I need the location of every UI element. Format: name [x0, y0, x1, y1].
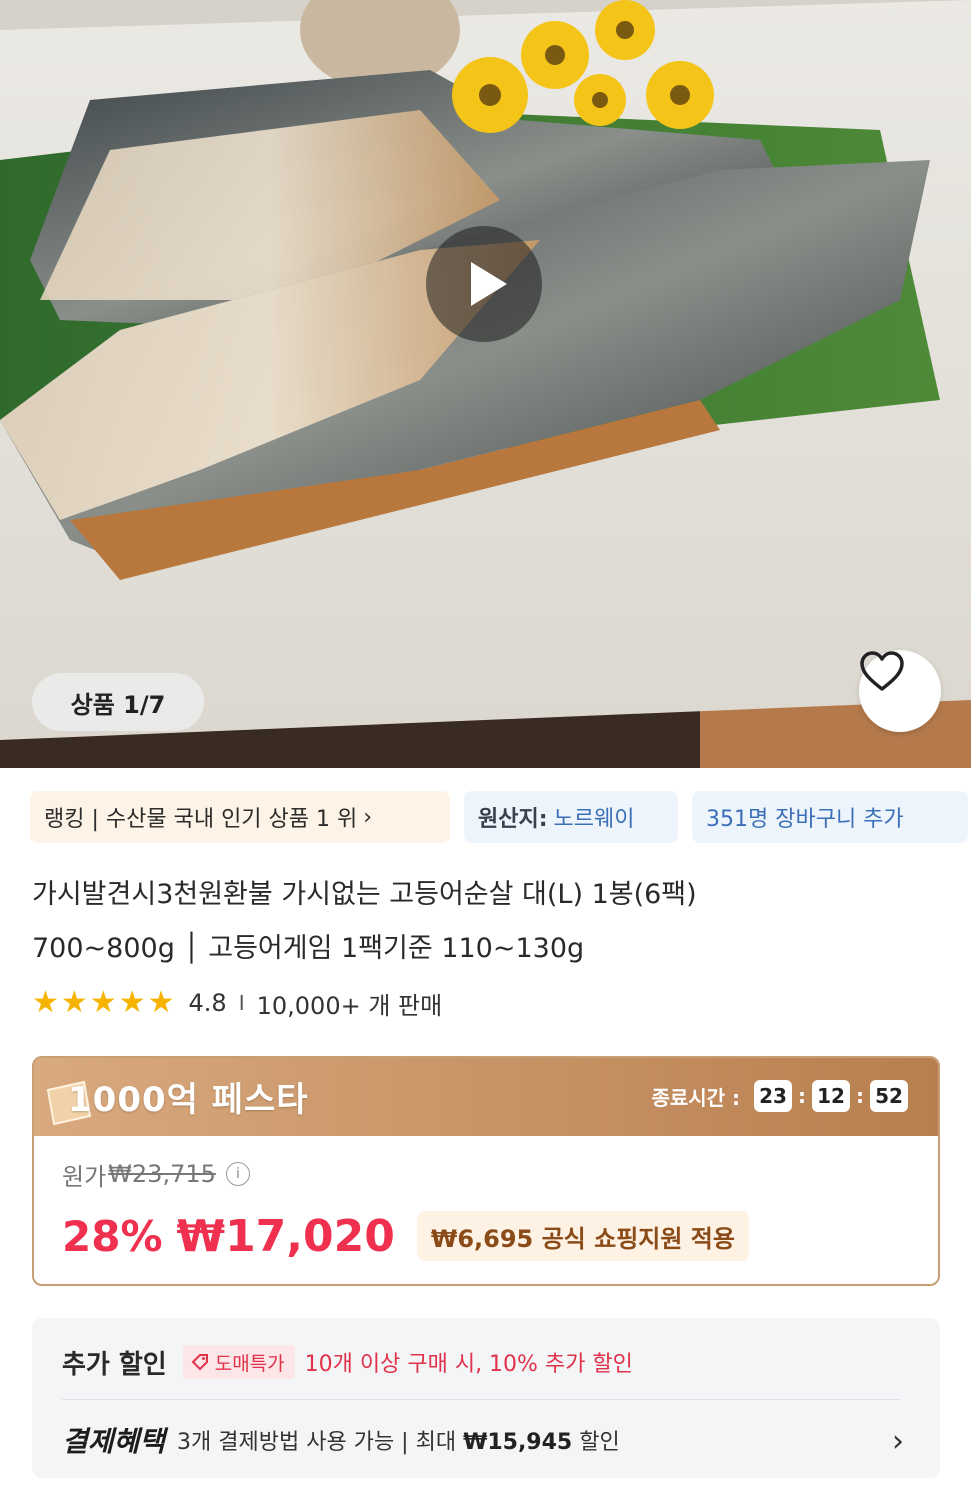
payment-benefit-desc: 3개 결제방법 사용 가능 | 최대 ₩15,945 할인: [177, 1424, 620, 1456]
festa-price-box: 1000억 페스타 종료시간 : 23 : 12 : 52 원가 ₩23,715…: [32, 1056, 940, 1286]
timer-seconds: 52: [870, 1080, 908, 1112]
play-icon: [471, 262, 507, 306]
product-image-carousel[interactable]: 상품 1/7: [0, 0, 971, 768]
product-title-line1: 가시발견시3천원환불 가시없는 고등어순살 대(L) 1봉(6팩): [32, 879, 697, 910]
heart-icon: [860, 651, 904, 691]
countdown-timer: 종료시간 : 23 : 12 : 52: [651, 1080, 908, 1112]
star-icon: ★: [118, 985, 146, 1020]
extra-discount-desc: 10개 이상 구매 시, 10% 추가 할인: [304, 1352, 633, 1377]
rating-row[interactable]: ★ ★ ★ ★ ★ 4.8 I 10,000+ 개 판매: [32, 985, 442, 1021]
wholesale-tag-label: 도매특가: [214, 1352, 285, 1375]
cart-count-text: 351명 장바구니 추가: [706, 807, 904, 832]
wishlist-button[interactable]: [859, 650, 941, 732]
divider: [62, 1399, 900, 1400]
sale-price-row: 28% ₩17,020 ₩6,695 공식 쇼핑지원 적용: [62, 1206, 910, 1266]
chevron-right-icon: ›: [892, 1424, 904, 1459]
origin-value: 노르웨이: [553, 807, 635, 832]
extra-discount-label: 추가 할인: [62, 1349, 167, 1380]
timer-label: 종료시간 :: [651, 1085, 740, 1110]
original-price-row: 원가 ₩23,715 i: [62, 1156, 910, 1192]
chevron-right-icon: ›: [363, 804, 373, 830]
timer-colon: :: [856, 1084, 864, 1108]
ranking-text: 랭킹 | 수산물 국내 인기 상품 1 위: [44, 807, 358, 832]
info-chips: 랭킹 | 수산물 국내 인기 상품 1 위 › 원산지: 노르웨이 351명 장…: [30, 791, 968, 843]
timer-hours: 23: [754, 1080, 792, 1112]
ranking-chip[interactable]: 랭킹 | 수산물 국내 인기 상품 1 위 ›: [30, 791, 450, 843]
product-title-line2: 700~800g │ 고등어게임 1팩기준 110~130g: [32, 933, 585, 964]
payment-benefit-row[interactable]: 결제혜택 3개 결제방법 사용 가능 | 최대 ₩15,945 할인 ›: [62, 1420, 910, 1460]
star-icon: ★: [32, 985, 59, 1020]
product-title: 가시발견시3천원환불 가시없는 고등어순살 대(L) 1봉(6팩) 700~80…: [32, 868, 932, 976]
festa-title: 1000억 페스타: [68, 1080, 309, 1120]
play-video-button[interactable]: [426, 226, 542, 342]
timer-minutes: 12: [812, 1080, 850, 1112]
product-photo: [0, 0, 971, 768]
origin-chip: 원산지: 노르웨이: [464, 791, 678, 843]
rating-value: 4.8: [188, 989, 227, 1017]
original-price-label: 원가: [62, 1162, 107, 1191]
sold-count: 10,000+ 개 판매: [256, 991, 443, 1020]
payment-benefit-desc-pre: 3개 결제방법 사용 가능 | 최대: [177, 1430, 464, 1455]
timer-colon: :: [798, 1084, 806, 1108]
tag-icon: [191, 1354, 208, 1371]
wholesale-tag: 도매특가: [182, 1345, 295, 1379]
extra-discount-row: 추가 할인 도매특가 10개 이상 구매 시, 10% 추가 할인: [62, 1342, 633, 1382]
star-icon: ★: [147, 985, 175, 1020]
payment-benefit-amount: ₩15,945: [463, 1430, 573, 1455]
image-counter: 상품 1/7: [32, 673, 204, 731]
payment-benefit-desc-post: 할인: [572, 1430, 620, 1455]
festa-header: 1000억 페스타 종료시간 : 23 : 12 : 52: [34, 1058, 938, 1136]
origin-label: 원산지:: [478, 807, 548, 832]
festa-body: 원가 ₩23,715 i 28% ₩17,020 ₩6,695 공식 쇼핑지원 …: [34, 1136, 938, 1266]
sale-price: ₩17,020: [176, 1210, 395, 1262]
extra-benefits-box: 추가 할인 도매특가 10개 이상 구매 시, 10% 추가 할인 결제혜택 3…: [32, 1318, 940, 1478]
star-icon: ★: [60, 985, 88, 1020]
star-icon: ★: [89, 985, 117, 1020]
rating-separator: I: [238, 991, 245, 1015]
star-rating: ★ ★ ★ ★ ★: [32, 988, 175, 1018]
cart-count-chip: 351명 장바구니 추가: [692, 791, 968, 843]
info-icon[interactable]: i: [225, 1162, 250, 1186]
original-price: ₩23,715: [108, 1160, 216, 1188]
shopping-support-badge: ₩6,695 공식 쇼핑지원 적용: [416, 1211, 749, 1261]
payment-benefit-label: 결제혜택: [62, 1425, 166, 1458]
discount-rate: 28%: [62, 1211, 163, 1261]
